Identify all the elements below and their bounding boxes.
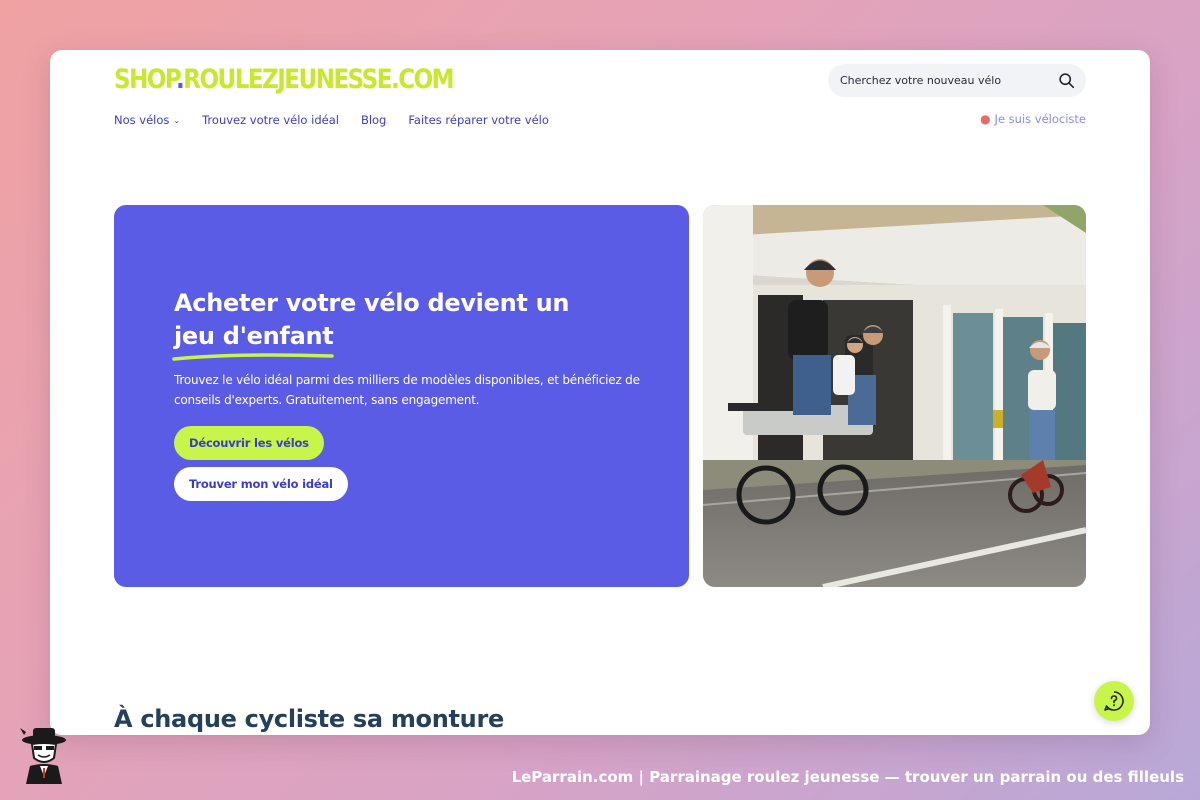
hero-photo [703, 205, 1086, 587]
cyclists-photo [703, 205, 1086, 587]
search-bar [828, 64, 1086, 97]
hero-title-line: Acheter votre vélo devient un [174, 289, 570, 317]
search-icon[interactable] [1058, 72, 1075, 89]
find-ideal-bike-button[interactable]: Trouver mon vélo idéal [174, 467, 348, 501]
logo-text-shop: SHOP [114, 65, 178, 95]
nav-item-label: Faites réparer votre vélo [408, 113, 549, 127]
help-button[interactable] [1094, 681, 1134, 721]
section-title: À chaque cycliste sa monture [114, 705, 504, 733]
nav-item-label: Blog [360, 113, 387, 127]
nav-item-label: Nos vélos [114, 113, 170, 127]
hero-card: Acheter votre vélo devient un jeu d'enfa… [114, 205, 689, 587]
mascot-icon [20, 728, 66, 784]
hero-title-highlight: jeu d'enfant [172, 320, 334, 361]
main-nav: Nos vélos ⌄ Trouvez votre vélo idéal Blo… [114, 112, 549, 128]
help-icon [1104, 691, 1124, 711]
hero-description: Trouvez le vélo idéal parmi des milliers… [174, 373, 640, 407]
browser-window: SHOP.ROULEZJEUNESSE.COM Nos vélos ⌄ Trou… [50, 50, 1150, 735]
location-pin-icon: ● [980, 112, 991, 126]
velociste-label: Je suis vélociste [994, 112, 1086, 126]
site-logo[interactable]: SHOP.ROULEZJEUNESSE.COM [114, 65, 455, 95]
hero-title-highlight-text: jeu d'enfant [174, 322, 334, 350]
logo-text-brand: ROULEZJEUNESSE [183, 65, 392, 95]
nav-item-label: Trouvez votre vélo idéal [202, 113, 339, 127]
underline-swoosh-icon [172, 353, 334, 361]
discover-bikes-button[interactable]: Découvrir les vélos [174, 426, 324, 460]
nav-item-trouvez-velo[interactable]: Trouvez votre vélo idéal [202, 113, 339, 127]
search-input[interactable] [840, 64, 1050, 97]
velociste-link[interactable]: ● Je suis vélociste [980, 112, 1086, 126]
chevron-down-icon: ⌄ [173, 115, 181, 125]
hero-title: Acheter votre vélo devient un jeu d'enfa… [172, 287, 644, 361]
nav-item-blog[interactable]: Blog [361, 113, 386, 127]
footer-caption: LeParrain.com | Parrainage roulez jeunes… [511, 768, 1184, 786]
nav-item-reparer[interactable]: Faites réparer votre vélo [408, 113, 549, 127]
logo-text-tld: .COM [390, 65, 455, 95]
nav-item-nos-velos[interactable]: Nos vélos ⌄ [114, 113, 180, 127]
